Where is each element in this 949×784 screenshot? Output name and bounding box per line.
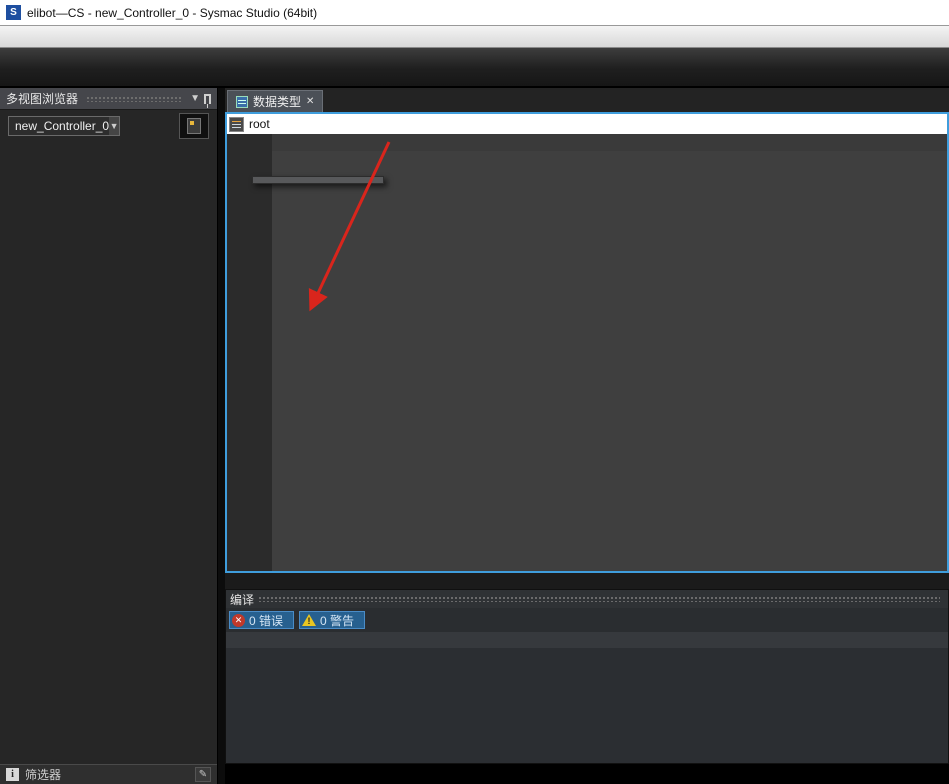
menu-bar xyxy=(0,26,949,48)
build-panel-title: 编译 xyxy=(230,591,254,608)
app-icon: S xyxy=(6,5,21,20)
sysmac-studio-window: { "window": {"title": "elibot—CS - new_C… xyxy=(0,0,949,784)
namespace-icon xyxy=(229,117,244,132)
data-types-icon xyxy=(236,96,248,108)
error-icon: ✕ xyxy=(232,614,245,627)
error-count: 0 错误 xyxy=(249,612,283,629)
warning-count: 0 警告 xyxy=(320,612,354,629)
tab-data-types[interactable]: 数据类型 ✕ xyxy=(227,90,323,112)
data-type-grid xyxy=(272,134,947,571)
build-message-header xyxy=(226,632,948,648)
build-status-badges: ✕ 0 错误 0 警告 xyxy=(226,608,948,632)
document-tab-bar: 数据类型 ✕ xyxy=(225,88,949,112)
namespace-label: root xyxy=(249,117,270,131)
edit-filter-icon[interactable]: ✎ xyxy=(195,767,211,782)
window-title: elibot—CS - new_Controller_0 - Sysmac St… xyxy=(27,6,317,20)
category-tabs xyxy=(227,134,272,571)
panel-gap xyxy=(225,573,949,589)
explorer-header: 多视图浏览器 ▼ xyxy=(0,88,217,110)
controller-device-icon xyxy=(179,113,209,139)
explorer-title: 多视图浏览器 xyxy=(6,90,78,107)
filter-label: 筛选器 xyxy=(25,766,61,783)
title-bar: S elibot—CS - new_Controller_0 - Sysmac … xyxy=(0,0,949,26)
controller-select[interactable]: new_Controller_0 ▼ xyxy=(8,116,120,136)
context-menu xyxy=(252,176,384,184)
tab-label: 数据类型 xyxy=(253,93,301,110)
controller-select-value: new_Controller_0 xyxy=(15,119,109,133)
multiview-explorer: 多视图浏览器 ▼ new_Controller_0 ▼ i 筛选器 ✎ xyxy=(0,88,218,784)
chevron-down-icon[interactable]: ▼ xyxy=(109,117,119,135)
chevron-down-icon[interactable]: ▼ xyxy=(190,93,200,104)
info-icon: i xyxy=(6,768,19,781)
editor-column: 数据类型 ✕ root 编译 xyxy=(225,88,949,784)
filter-bar[interactable]: i 筛选器 ✎ xyxy=(0,764,217,784)
warning-icon xyxy=(302,614,316,626)
pin-icon[interactable] xyxy=(204,94,211,104)
close-icon[interactable]: ✕ xyxy=(306,96,314,107)
splitter[interactable] xyxy=(218,88,225,784)
grid-header-row xyxy=(272,134,947,151)
warning-count-badge[interactable]: 0 警告 xyxy=(299,611,365,629)
bottom-tab-bar xyxy=(225,764,949,784)
build-message-list xyxy=(226,648,948,763)
error-count-badge[interactable]: ✕ 0 错误 xyxy=(229,611,294,629)
build-panel-header: 编译 xyxy=(226,590,948,608)
dotted-leader xyxy=(86,96,182,102)
namespace-bar: root xyxy=(227,114,947,134)
controller-row: new_Controller_0 ▼ xyxy=(0,110,217,142)
project-tree xyxy=(0,142,217,764)
dotted-leader xyxy=(258,596,940,602)
toolbar xyxy=(0,48,949,88)
build-panel: 编译 ✕ 0 错误 0 警告 xyxy=(225,589,949,764)
